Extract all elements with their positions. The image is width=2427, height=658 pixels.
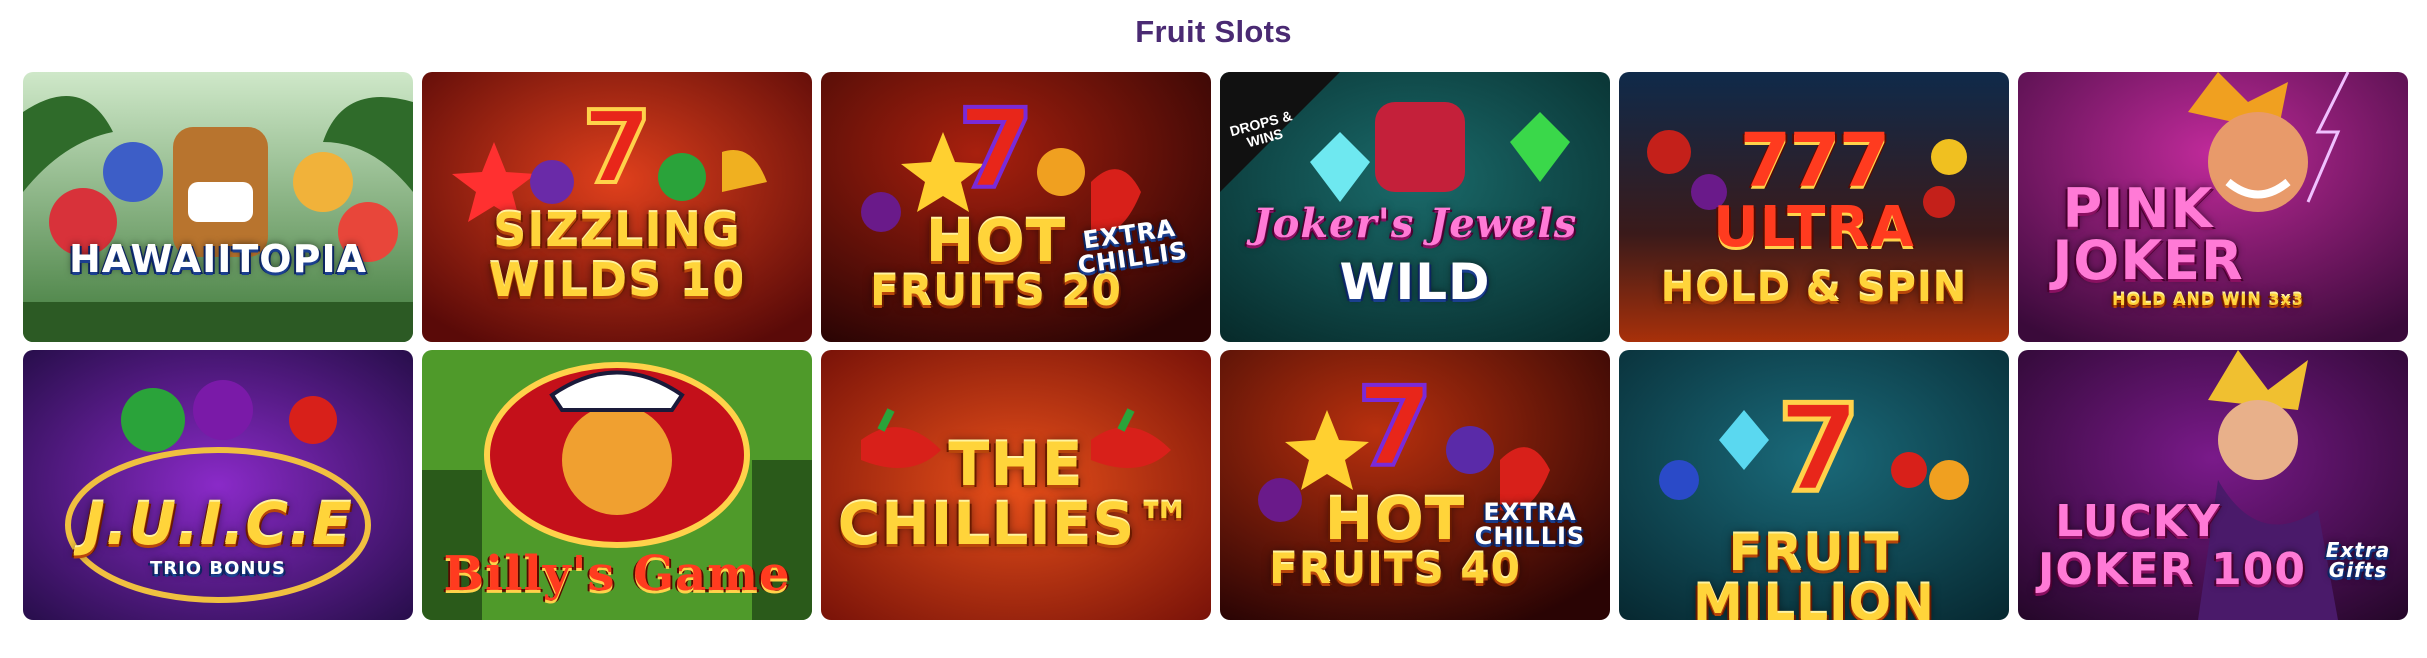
game-title-line2: JOKER 100 xyxy=(2038,544,2306,595)
game-title-line2: CHILLIES™ xyxy=(837,490,1195,558)
game-tile-juice[interactable]: J.U.I.C.E TRIO BONUS xyxy=(23,350,413,620)
game-title-line2: FRUITS 20 xyxy=(870,266,1122,315)
game-grid: HAWAIITOPIA 7 SIZZLING WILDS 10 7 HOT FR… xyxy=(23,72,2408,620)
game-tag: Extra Gifts xyxy=(2325,538,2391,582)
game-tile-lucky-joker-100[interactable]: LUCKY JOKER 100 Extra Gifts xyxy=(2018,350,2408,620)
game-tile-hot-fruits-40[interactable]: 7 HOT FRUITS 40 EXTRA CHILLIS xyxy=(1220,350,1610,620)
game-title-line1: J.U.I.C.E xyxy=(83,490,353,558)
game-title-line1: PINK xyxy=(2062,177,2214,240)
game-title-line2: WILDS 10 xyxy=(488,253,746,307)
game-title-line2: ULTRA xyxy=(1713,195,1915,260)
game-title-line1: 777 xyxy=(1739,118,1890,204)
game-title-line2: JOKER xyxy=(2052,229,2244,292)
game-tile-billys-game[interactable]: Billy's Game xyxy=(422,350,812,620)
game-tile-777-ultra[interactable]: 777 ULTRA HOLD & SPIN xyxy=(1619,72,2009,342)
game-tile-jokers-jewels-wild[interactable]: DROPS & WINS Joker's Jewels WILD xyxy=(1220,72,1610,342)
game-tag: EXTRA CHILLIS xyxy=(1474,498,1586,550)
game-title-line1: LUCKY xyxy=(2055,496,2221,547)
svg-text:7: 7 xyxy=(1777,380,1861,519)
svg-text:7: 7 xyxy=(958,85,1035,213)
game-title-line2: FRUITS 40 xyxy=(1269,544,1521,593)
svg-text:7: 7 xyxy=(1357,363,1434,491)
game-title-line2: TRIO BONUS xyxy=(149,558,287,579)
game-title-line3: HOLD AND WIN 3x3 xyxy=(2112,290,2304,309)
game-tile-the-chillies[interactable]: THE CHILLIES™ xyxy=(821,350,1211,620)
game-art xyxy=(23,350,413,620)
game-tile-sizzling-wilds-10[interactable]: 7 SIZZLING WILDS 10 xyxy=(422,72,812,342)
game-title: FRUIT MILLION xyxy=(1692,524,1936,620)
game-title-line2: WILD xyxy=(1339,253,1491,311)
section-title: Fruit Slots xyxy=(1135,14,1292,49)
badge-label: DROPS & WINS xyxy=(1228,107,1294,151)
game-title-line1: THE xyxy=(948,430,1084,500)
game-title: HAWAIITOPIA xyxy=(68,237,368,281)
game-title-line3: HOLD & SPIN xyxy=(1660,265,1968,311)
game-title-line1: SIZZLING xyxy=(493,203,741,257)
game-title-line1: Joker's Jewels xyxy=(1252,200,1578,247)
game-tile-hot-fruits-20[interactable]: 7 HOT FRUITS 20 EXTRA CHILLIS xyxy=(821,72,1211,342)
game-art xyxy=(23,72,413,342)
game-title: Billy's Game xyxy=(443,546,791,602)
svg-text:7: 7 xyxy=(582,89,652,206)
game-tile-hawaiitopia[interactable]: HAWAIITOPIA xyxy=(23,72,413,342)
game-tile-pink-joker[interactable]: PINK JOKER HOLD AND WIN 3x3 xyxy=(2018,72,2408,342)
drops-wins-badge: DROPS & WINS xyxy=(1220,72,1340,192)
game-tile-fruit-million[interactable]: 7 FRUIT MILLION xyxy=(1619,350,2009,620)
